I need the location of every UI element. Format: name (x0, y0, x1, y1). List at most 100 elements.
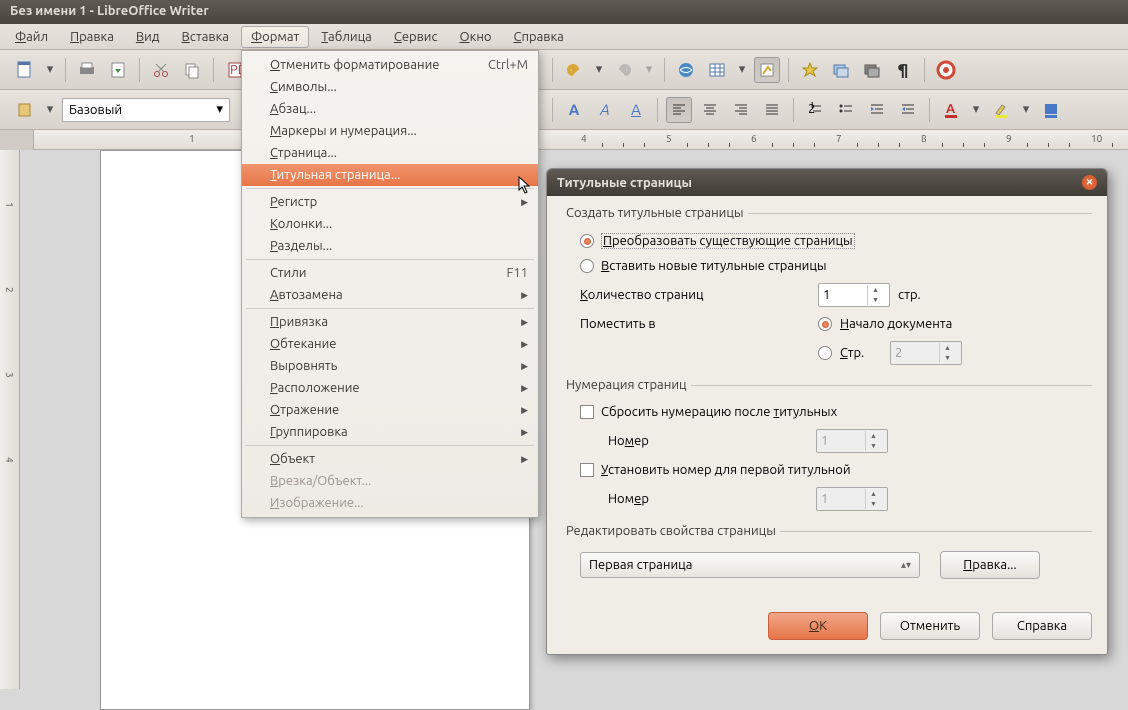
menu-item[interactable]: Разделы... (242, 235, 538, 257)
place-at-label: Поместить в (580, 317, 810, 331)
svg-text:2: 2 (808, 102, 815, 116)
copy-icon[interactable] (179, 57, 205, 83)
pages-count-label: Количество страниц (580, 288, 810, 302)
redo-icon[interactable] (611, 57, 637, 83)
menu-сервис[interactable]: Сервис (384, 26, 448, 48)
menu-item[interactable]: Выровнять▶ (242, 355, 538, 377)
menu-item[interactable]: Колонки... (242, 213, 538, 235)
data-sources-icon[interactable] (859, 57, 885, 83)
styles-icon[interactable] (12, 97, 38, 123)
indent-inc-icon[interactable] (864, 97, 890, 123)
font-color-icon[interactable]: A (938, 97, 964, 123)
hyperlink-icon[interactable] (673, 57, 699, 83)
dropdown-arrow-icon[interactable]: ▾ (43, 62, 57, 77)
help-icon[interactable] (933, 57, 959, 83)
ok-button[interactable]: ОК (768, 612, 868, 640)
pages-count-input[interactable] (819, 286, 867, 304)
menubar: ФайлПравкаВидВставкаФорматТаблицаСервисО… (0, 24, 1128, 50)
nonprint-icon[interactable]: ¶ (890, 57, 916, 83)
gallery-icon[interactable] (828, 57, 854, 83)
page-number-input (891, 344, 939, 362)
menu-item[interactable]: Расположение▶ (242, 377, 538, 399)
page-style-combo[interactable]: Первая страница▴▾ (580, 552, 920, 578)
menu-вставка[interactable]: Вставка (171, 26, 238, 48)
align-justify-icon[interactable] (759, 97, 785, 123)
cancel-button[interactable]: Отменить (880, 612, 980, 640)
new-doc-icon[interactable] (12, 57, 38, 83)
align-right-icon[interactable] (728, 97, 754, 123)
underline-text-icon[interactable]: A (623, 97, 649, 123)
menu-item[interactable]: Страница... (242, 142, 538, 164)
menu-item[interactable]: Группировка▶ (242, 421, 538, 443)
edit-button[interactable]: Правка... (940, 551, 1040, 579)
spin-down-icon: ▼ (866, 499, 881, 509)
highlight-icon[interactable] (988, 97, 1014, 123)
menu-таблица[interactable]: Таблица (311, 26, 382, 48)
dropdown-arrow-icon[interactable]: ▾ (1019, 102, 1033, 117)
checkbox-set-number[interactable]: Установить номер для первой титульной (562, 458, 1092, 482)
bullets-icon[interactable] (833, 97, 859, 123)
dropdown-arrow-icon[interactable]: ▾ (735, 62, 749, 77)
paragraph-style-combo[interactable]: Базовый▾ (62, 98, 230, 122)
cut-icon[interactable] (148, 57, 174, 83)
undo-icon[interactable] (561, 57, 587, 83)
edit-button-label: Правка... (963, 558, 1016, 572)
radio-doc-start[interactable] (818, 317, 832, 331)
align-left-icon[interactable] (666, 97, 692, 123)
menu-формат[interactable]: Формат (241, 26, 309, 48)
spin-up-icon: ▲ (866, 489, 881, 499)
menu-item[interactable]: Автозамена▶ (242, 284, 538, 306)
menu-item[interactable]: СтилиF11 (242, 262, 538, 284)
radio-insert-new[interactable]: Вставить новые титульные страницы (562, 254, 1092, 278)
page-number-spinbox: ▲▼ (890, 341, 962, 365)
bg-color-icon[interactable] (1038, 97, 1064, 123)
menu-item[interactable]: Объект▶ (242, 448, 538, 470)
menu-item[interactable]: Отменить форматированиеCtrl+M (242, 54, 538, 76)
menu-item[interactable]: Привязка▶ (242, 311, 538, 333)
menu-файл[interactable]: Файл (5, 26, 58, 48)
ruler-corner (0, 130, 34, 150)
spin-down-icon: ▼ (940, 353, 955, 363)
menu-справка[interactable]: Справка (504, 26, 574, 48)
bold-text-icon[interactable]: A (561, 97, 587, 123)
print-icon[interactable] (74, 57, 100, 83)
menu-item[interactable]: Символы... (242, 76, 538, 98)
spin-down-icon[interactable]: ▼ (868, 295, 883, 305)
pages-count-spinbox[interactable]: ▲▼ (818, 283, 890, 307)
table-icon[interactable] (704, 57, 730, 83)
numbering-icon[interactable]: 12 (802, 97, 828, 123)
show-draw-icon[interactable] (754, 57, 780, 83)
checkbox-reset-numbering[interactable]: Сбросить нумерацию после титульных (562, 400, 1092, 424)
export-pdf-icon[interactable] (105, 57, 131, 83)
menu-item[interactable]: Титульная страница... (242, 164, 538, 186)
checkbox-set-label: Установить номер для первой титульной (601, 463, 851, 477)
help-button[interactable]: Справка (992, 612, 1092, 640)
radio-page-number[interactable] (818, 346, 832, 360)
dialog-title-text: Титульные страницы (557, 176, 692, 190)
menu-item[interactable]: Отражение▶ (242, 399, 538, 421)
navigator-icon[interactable] (797, 57, 823, 83)
radio-convert-existing[interactable]: Преобразовать существующие страницы (562, 228, 1092, 254)
menu-item: Изображение... (242, 492, 538, 514)
ruler-vertical: 1234 (0, 150, 20, 689)
align-center-icon[interactable] (697, 97, 723, 123)
dropdown-arrow-icon[interactable]: ▾ (43, 102, 57, 117)
menu-item[interactable]: Регистр▶ (242, 191, 538, 213)
format-menu: Отменить форматированиеCtrl+MСимволы...А… (241, 50, 539, 518)
indent-dec-icon[interactable] (895, 97, 921, 123)
menu-вид[interactable]: Вид (126, 26, 170, 48)
menu-item[interactable]: Абзац... (242, 98, 538, 120)
italic-text-icon[interactable]: A (592, 97, 618, 123)
dropdown-arrow-icon[interactable]: ▾ (969, 102, 983, 117)
number-label-2: Номер (608, 492, 808, 506)
menu-правка[interactable]: Правка (60, 26, 124, 48)
first-number-spinbox: ▲▼ (816, 487, 888, 511)
menu-item[interactable]: Маркеры и нумерация... (242, 120, 538, 142)
dropdown-arrow-icon[interactable]: ▾ (592, 62, 606, 77)
spin-up-icon[interactable]: ▲ (868, 285, 883, 295)
menu-окно[interactable]: Окно (450, 26, 502, 48)
close-icon[interactable]: ✕ (1082, 175, 1097, 190)
menu-item[interactable]: Обтекание▶ (242, 333, 538, 355)
ok-button-label: ОК (809, 619, 827, 633)
dropdown-arrow-icon[interactable]: ▾ (642, 62, 656, 77)
